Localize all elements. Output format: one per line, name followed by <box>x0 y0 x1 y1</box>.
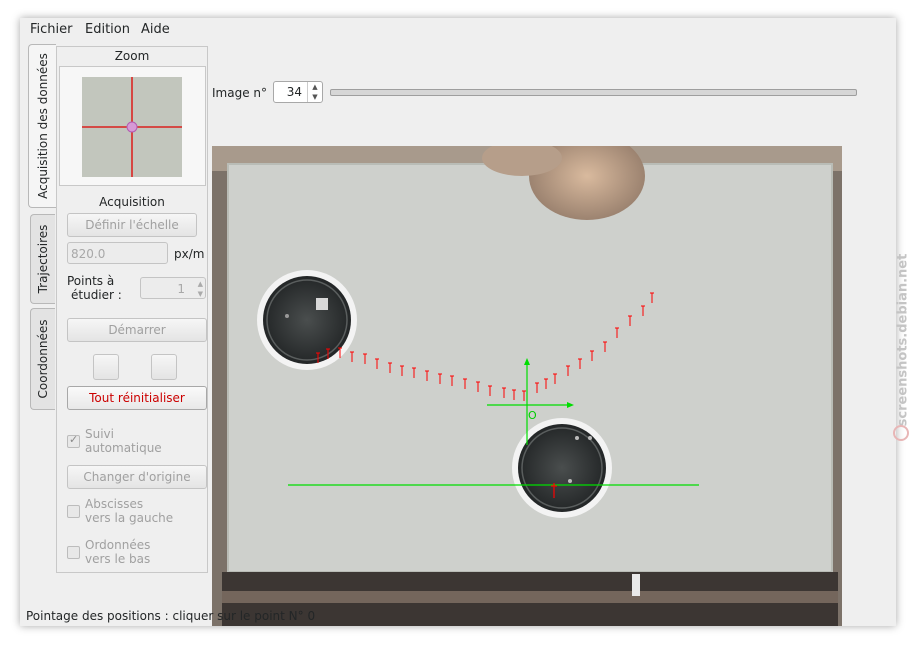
define-scale-button[interactable]: Définir l'échelle <box>67 213 197 237</box>
points-label-line2: étudier : <box>71 288 122 302</box>
abscissa-label-2: vers la gauche <box>85 511 174 525</box>
ordinate-label-1: Ordonnées <box>85 538 151 552</box>
scale-input[interactable]: 820.0 <box>67 242 168 264</box>
tab-trajectoires[interactable]: Trajectoires <box>30 214 55 304</box>
scale-unit-label: px/m <box>174 247 205 261</box>
acquisition-panel: Zoom Acquisition Définir l'échelle 820.0… <box>56 46 208 573</box>
menu-bar: Fichier Edition Aide <box>20 18 896 42</box>
debian-swirl-icon <box>893 425 909 441</box>
tab-acquisition[interactable]: Acquisition des données <box>28 44 56 208</box>
next-image-button[interactable] <box>151 354 177 380</box>
video-canvas[interactable]: O <box>212 146 842 626</box>
abscissa-label-1: Abscisses <box>85 497 144 511</box>
spin-up-icon[interactable]: ▲ <box>307 82 322 92</box>
start-button[interactable]: Démarrer <box>67 318 207 342</box>
auto-follow-label-1: Suivi <box>85 427 114 441</box>
menu-fichier[interactable]: Fichier <box>30 22 73 37</box>
status-bar: Pointage des positions : cliquer sur le … <box>20 606 896 626</box>
zoom-view <box>82 77 182 177</box>
watermark-text: screenshots.debian.net <box>895 253 911 427</box>
menu-edition[interactable]: Edition <box>85 22 130 37</box>
video-frame[interactable]: O <box>212 146 842 626</box>
auto-follow-label-2: automatique <box>85 441 162 455</box>
auto-follow-checkbox[interactable]: ✓ <box>67 433 80 448</box>
points-spinbox[interactable]: 1 ▲ ▼ <box>140 277 206 299</box>
points-label-line1: Points à <box>67 274 115 288</box>
ordinate-label-2: vers le bas <box>85 552 151 566</box>
app-window: Fichier Edition Aide Acquisition des don… <box>20 18 896 626</box>
abscissa-checkbox[interactable] <box>67 505 80 518</box>
points-value: 1 <box>177 282 185 296</box>
spin-down-icon[interactable]: ▼ <box>198 283 203 305</box>
spin-down-icon[interactable]: ▼ <box>307 92 322 102</box>
image-number-label: Image n° <box>212 86 268 100</box>
tab-acquisition-label: Acquisition des données <box>35 53 50 199</box>
check-icon: ✓ <box>69 433 79 446</box>
zoom-box <box>59 66 206 186</box>
zoom-title: Zoom <box>114 49 150 63</box>
ordinate-checkbox[interactable] <box>67 546 80 559</box>
image-slider[interactable] <box>330 89 857 96</box>
image-number-value: 34 <box>286 85 302 99</box>
menu-aide[interactable]: Aide <box>141 22 170 37</box>
tab-coordonnees-label: Coordonnées <box>36 319 50 399</box>
acquisition-title: Acquisition <box>99 195 165 209</box>
reset-all-button[interactable]: Tout réinitialiser <box>67 386 207 410</box>
origin-label: O <box>528 409 537 422</box>
prev-image-button[interactable] <box>93 354 119 380</box>
tab-coordonnees[interactable]: Coordonnées <box>30 308 55 410</box>
change-origin-button[interactable]: Changer d'origine <box>67 465 207 489</box>
image-number-spinbox[interactable]: 34 ▲ ▼ <box>273 81 323 103</box>
tab-trajectoires-label: Trajectoires <box>36 224 50 294</box>
status-text: Pointage des positions : cliquer sur le … <box>26 609 316 623</box>
